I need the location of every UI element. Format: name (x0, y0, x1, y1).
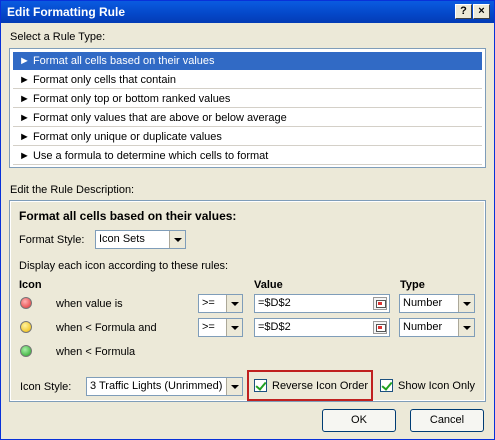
row3-condition: when < Formula (56, 346, 136, 358)
chevron-down-icon[interactable] (226, 378, 242, 395)
reverse-icon-order-label[interactable]: Reverse Icon Order (272, 380, 368, 392)
row2-value-input[interactable]: =$D$2 (254, 318, 390, 337)
row1-type-value: Number (403, 297, 443, 309)
red-circle-icon (20, 297, 32, 309)
chevron-down-icon[interactable] (458, 295, 474, 312)
row1-value-text: =$D$2 (258, 297, 291, 309)
dialog-title: Edit Formatting Rule (7, 5, 125, 19)
row1-operator-dropdown[interactable]: >= (198, 294, 243, 313)
rule-type-item[interactable]: ► Format only top or bottom ranked value… (13, 90, 482, 108)
chevron-down-icon[interactable] (458, 319, 474, 336)
range-select-icon[interactable] (373, 297, 387, 310)
ok-button[interactable]: OK (322, 409, 396, 432)
title-bar[interactable]: Edit Formatting Rule ? × (1, 1, 494, 23)
rule-type-item[interactable]: ► Format all cells based on their values (13, 52, 482, 70)
rule-type-item[interactable]: ► Format only cells that contain (13, 71, 482, 89)
rule-type-list[interactable]: ► Format all cells based on their values… (9, 48, 486, 168)
row2-type-value: Number (403, 321, 443, 333)
edit-formatting-rule-dialog: Edit Formatting Rule ? × Select a Rule T… (0, 0, 495, 440)
chevron-down-icon[interactable] (226, 319, 242, 336)
row1-operator-value: >= (202, 297, 215, 309)
format-style-value: Icon Sets (99, 233, 145, 245)
cancel-button[interactable]: Cancel (410, 409, 484, 432)
row2-value-text: =$D$2 (258, 321, 291, 333)
icon-style-value: 3 Traffic Lights (Unrimmed) (90, 380, 223, 392)
icon-style-dropdown[interactable]: 3 Traffic Lights (Unrimmed) (86, 377, 243, 396)
chevron-down-icon[interactable] (226, 295, 242, 312)
close-button[interactable]: × (473, 4, 490, 19)
display-rules-text: Display each icon according to these rul… (19, 260, 229, 272)
green-circle-icon (20, 345, 32, 357)
help-button[interactable]: ? (455, 4, 472, 19)
rule-type-label: Select a Rule Type: (10, 31, 106, 43)
chevron-down-icon[interactable] (169, 231, 185, 248)
description-heading: Format all cells based on their values: (19, 209, 237, 223)
row1-value-input[interactable]: =$D$2 (254, 294, 390, 313)
rule-type-item[interactable]: ► Format only values that are above or b… (13, 109, 482, 127)
format-style-label: Format Style: (19, 234, 85, 246)
value-column-header: Value (254, 279, 283, 291)
rule-description-label: Edit the Rule Description: (10, 184, 135, 196)
reverse-icon-order-checkbox[interactable] (254, 379, 267, 392)
rule-type-item[interactable]: ► Format only unique or duplicate values (13, 128, 482, 146)
row2-condition: when < Formula and (56, 322, 157, 334)
yellow-circle-icon (20, 321, 32, 333)
row2-type-dropdown[interactable]: Number (399, 318, 475, 337)
range-select-icon[interactable] (373, 321, 387, 334)
icon-column-header: Icon (19, 279, 42, 291)
format-style-dropdown[interactable]: Icon Sets (95, 230, 186, 249)
type-column-header: Type (400, 279, 425, 291)
row2-operator-dropdown[interactable]: >= (198, 318, 243, 337)
row2-operator-value: >= (202, 321, 215, 333)
show-icon-only-checkbox[interactable] (380, 379, 393, 392)
icon-style-label: Icon Style: (20, 381, 72, 393)
rule-type-item[interactable]: ► Use a formula to determine which cells… (13, 147, 482, 165)
row1-type-dropdown[interactable]: Number (399, 294, 475, 313)
row1-condition: when value is (56, 298, 123, 310)
show-icon-only-label[interactable]: Show Icon Only (398, 380, 475, 392)
